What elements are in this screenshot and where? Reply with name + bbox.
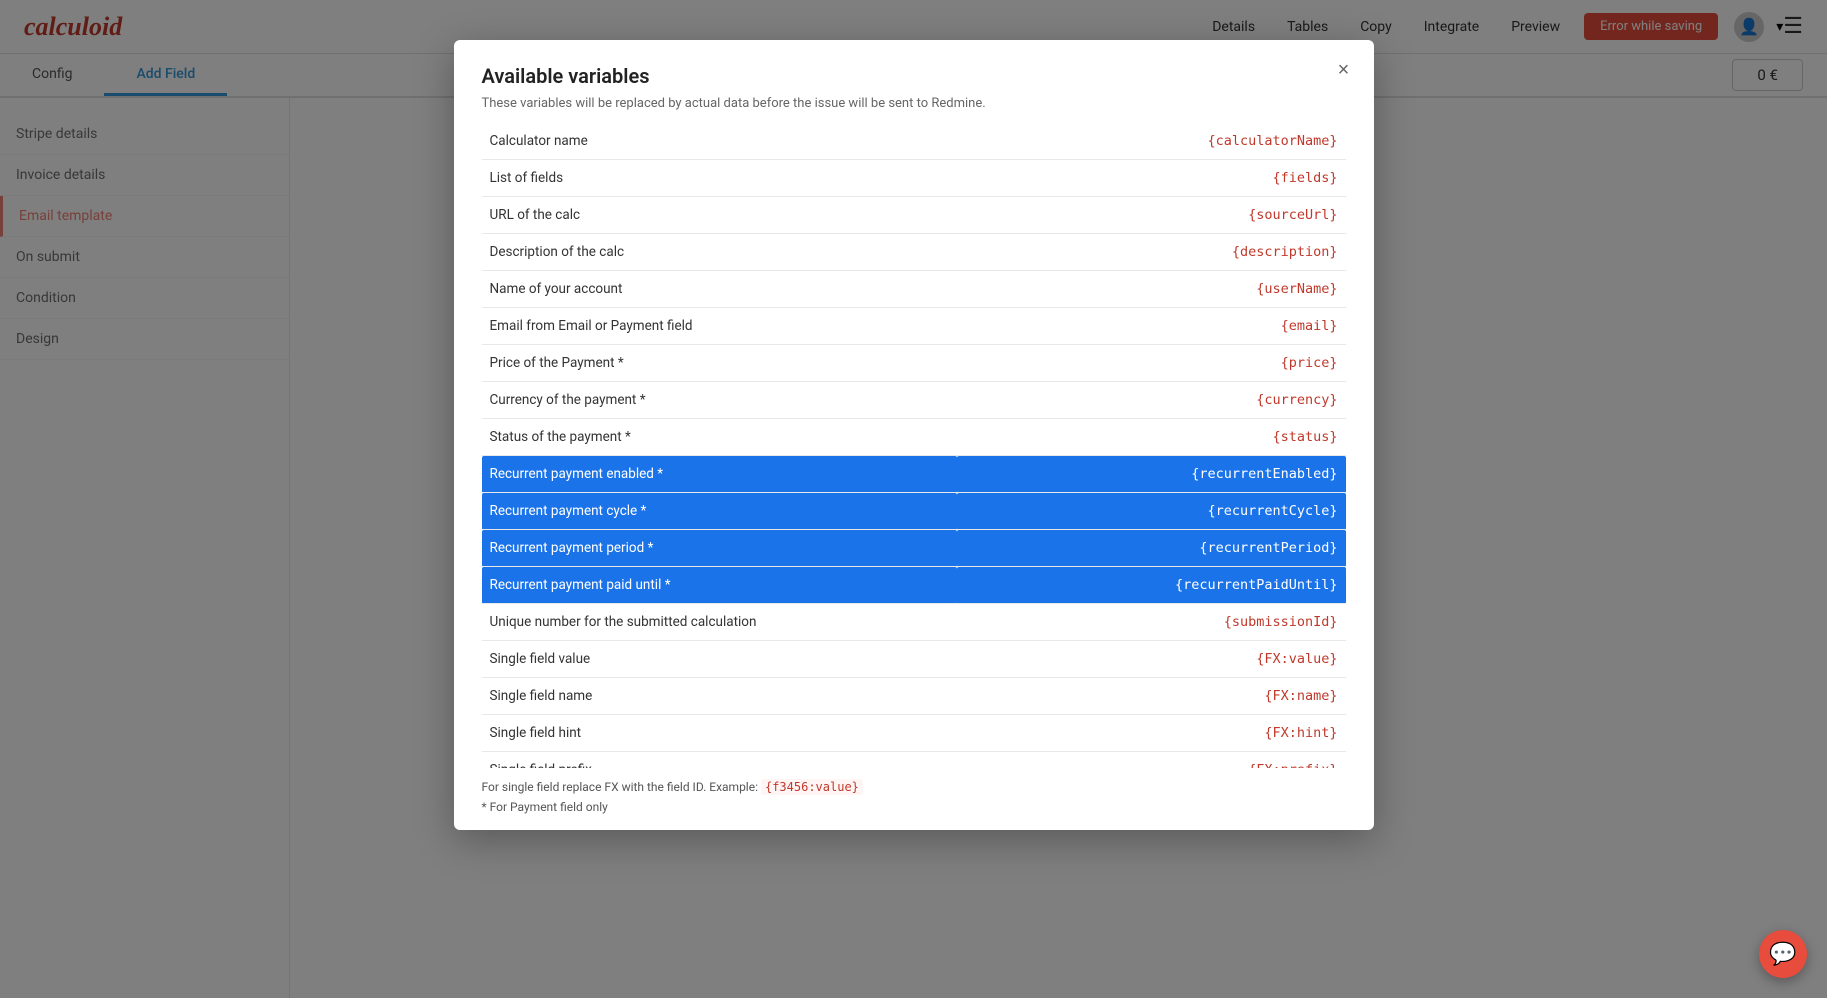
var-code-cell: {calculatorName} [957,123,1346,160]
footer-note: For single field replace FX with the fie… [482,780,1346,794]
app-shell: calculoid Details Tables Copy Integrate … [0,0,1827,998]
table-row: Name of your account {userName} [482,271,1346,308]
table-row: Status of the payment * {status} [482,419,1346,456]
table-row: Email from Email or Payment field {email… [482,308,1346,345]
footer-code-example: {f3456:value} [761,779,863,795]
table-row: Price of the Payment * {price} [482,345,1346,382]
table-row: Recurrent payment period * {recurrentPer… [482,530,1346,567]
var-name-cell: List of fields [482,160,957,197]
var-code-cell: {description} [957,234,1346,271]
var-code-cell: {FX:prefix} [957,752,1346,769]
var-name-cell: Single field prefix [482,752,957,769]
var-name-cell: Email from Email or Payment field [482,308,957,345]
var-name-cell: Unique number for the submitted calculat… [482,604,957,641]
var-code-cell: {recurrentPaidUntil} [957,567,1346,604]
footer-asterisk: * For Payment field only [482,800,1346,814]
var-name-cell: URL of the calc [482,197,957,234]
available-variables-modal: Available variables These variables will… [454,40,1374,830]
modal-body: Calculator name {calculatorName} List of… [454,123,1374,768]
table-row: Unique number for the submitted calculat… [482,604,1346,641]
variables-table: Calculator name {calculatorName} List of… [482,123,1346,768]
var-name-cell: Single field value [482,641,957,678]
table-row: URL of the calc {sourceUrl} [482,197,1346,234]
var-code-cell: {sourceUrl} [957,197,1346,234]
var-code-cell: {price} [957,345,1346,382]
modal-close-button[interactable]: × [1330,56,1358,84]
var-code-cell: {recurrentCycle} [957,493,1346,530]
var-code-cell: {FX:name} [957,678,1346,715]
var-code-cell: {FX:value} [957,641,1346,678]
var-name-cell: Price of the Payment * [482,345,957,382]
var-code-cell: {status} [957,419,1346,456]
var-code-cell: {email} [957,308,1346,345]
table-row: Single field value {FX:value} [482,641,1346,678]
modal-subtitle: These variables will be replaced by actu… [482,96,1346,111]
var-name-cell: Single field name [482,678,957,715]
table-row: Description of the calc {description} [482,234,1346,271]
var-name-cell: Recurrent payment enabled * [482,456,957,493]
modal-header: Available variables These variables will… [454,40,1374,123]
table-row: List of fields {fields} [482,160,1346,197]
table-row: Single field prefix {FX:prefix} [482,752,1346,769]
var-code-cell: {currency} [957,382,1346,419]
table-row: Single field name {FX:name} [482,678,1346,715]
var-code-cell: {submissionId} [957,604,1346,641]
var-name-cell: Single field hint [482,715,957,752]
var-code-cell: {fields} [957,160,1346,197]
modal-overlay: Available variables These variables will… [0,0,1827,998]
var-name-cell: Currency of the payment * [482,382,957,419]
var-name-cell: Name of your account [482,271,957,308]
var-name-cell: Calculator name [482,123,957,160]
chat-bubble[interactable]: 💬 [1759,930,1807,978]
var-name-cell: Recurrent payment period * [482,530,957,567]
var-name-cell: Recurrent payment paid until * [482,567,957,604]
table-row: Recurrent payment enabled * {recurrentEn… [482,456,1346,493]
modal-title: Available variables [482,64,1346,88]
var-name-cell: Status of the payment * [482,419,957,456]
var-code-cell: {FX:hint} [957,715,1346,752]
var-code-cell: {recurrentEnabled} [957,456,1346,493]
var-code-cell: {recurrentPeriod} [957,530,1346,567]
table-row: Currency of the payment * {currency} [482,382,1346,419]
table-row: Single field hint {FX:hint} [482,715,1346,752]
table-row: Recurrent payment cycle * {recurrentCycl… [482,493,1346,530]
table-row: Calculator name {calculatorName} [482,123,1346,160]
table-row: Recurrent payment paid until * {recurren… [482,567,1346,604]
var-name-cell: Description of the calc [482,234,957,271]
var-name-cell: Recurrent payment cycle * [482,493,957,530]
modal-footer: For single field replace FX with the fie… [454,768,1374,830]
var-code-cell: {userName} [957,271,1346,308]
